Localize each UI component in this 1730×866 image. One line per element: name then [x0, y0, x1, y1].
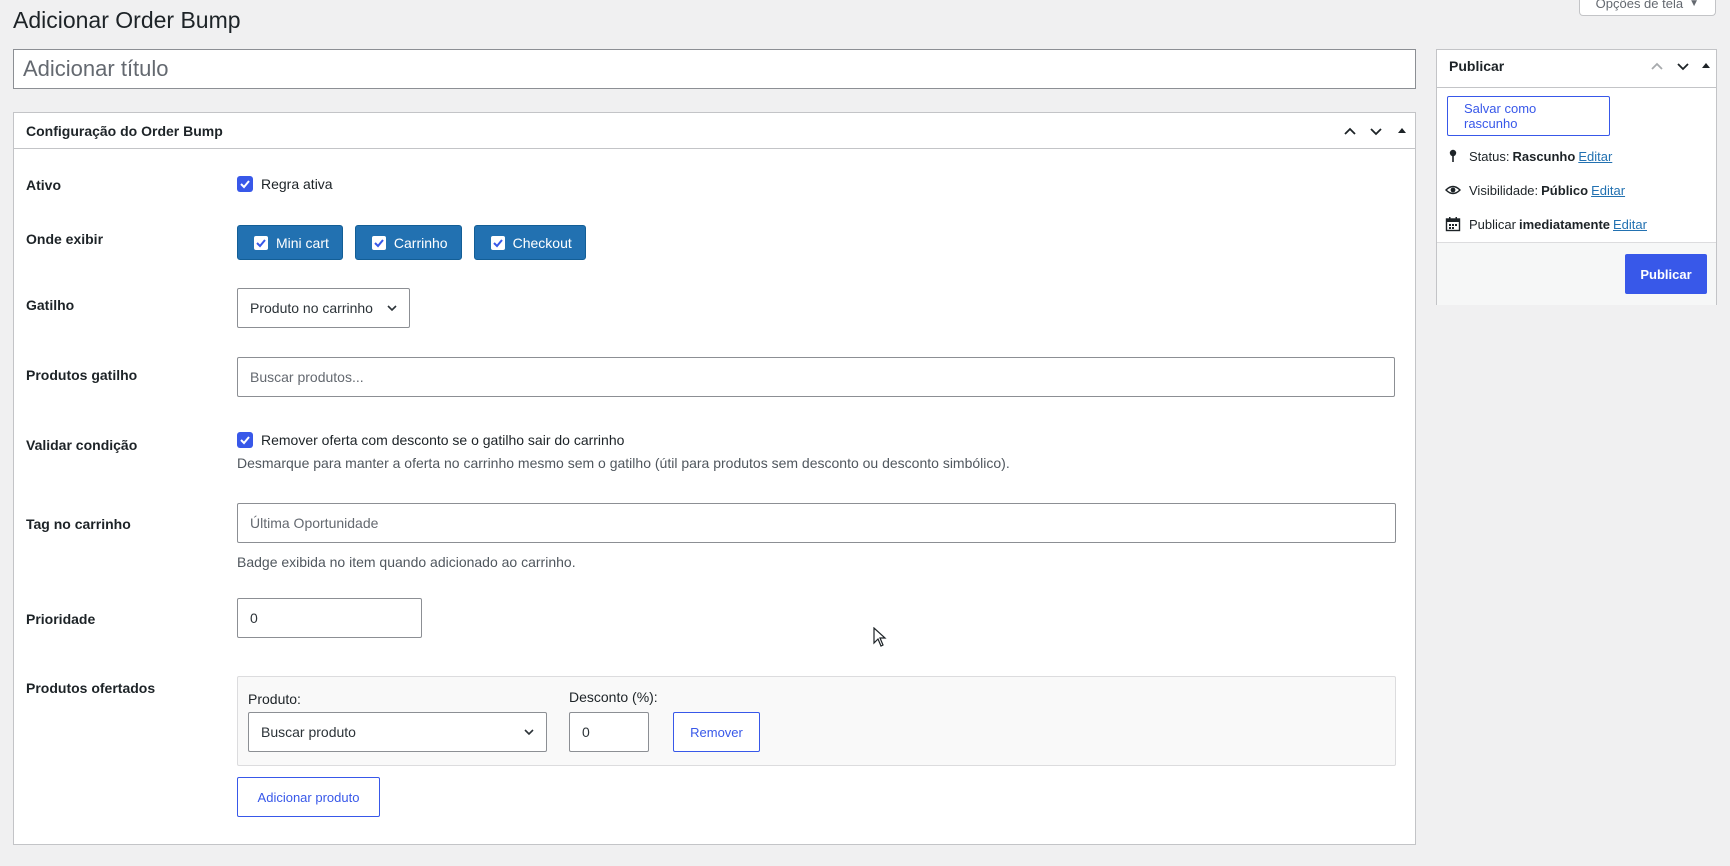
screen-options-label: Opções de tela — [1595, 0, 1684, 11]
remover-button[interactable]: Remover — [673, 712, 760, 752]
order-bump-config-box: Configuração do Order Bump Ativo Regra a… — [13, 112, 1416, 845]
remover-oferta-label: Remover oferta com desconto se o gatilho… — [261, 432, 625, 448]
produtos-gatilho-search-input[interactable]: Buscar produtos... — [237, 357, 1395, 397]
toggle-panel-icon[interactable] — [1696, 48, 1716, 84]
checkbox-checked-icon — [490, 235, 505, 250]
tag-carrinho-help: Badge exibida no item quando adicionado … — [237, 554, 576, 570]
edit-status-link[interactable]: Editar — [1578, 149, 1612, 164]
config-box-title: Configuração do Order Bump — [26, 122, 223, 139]
chevron-down-icon — [387, 305, 397, 312]
tag-carrinho-input[interactable]: Última Oportunidade — [237, 503, 1396, 543]
status-label: Status: — [1469, 148, 1510, 164]
desconto-input[interactable]: 0 — [569, 712, 649, 752]
desconto-value: 0 — [582, 724, 590, 740]
option-checkout[interactable]: Checkout — [473, 225, 586, 260]
move-down-icon[interactable] — [1670, 48, 1696, 84]
toggle-panel-icon[interactable] — [1389, 113, 1415, 149]
save-draft-button[interactable]: Salvar como rascunho — [1447, 96, 1610, 136]
publish-actions: Publicar — [1437, 242, 1716, 305]
publish-box-actions — [1644, 50, 1716, 81]
move-up-icon[interactable] — [1644, 48, 1670, 84]
produto-label: Produto: — [248, 691, 301, 707]
desconto-label: Desconto (%): — [569, 689, 658, 705]
validar-condicao-label: Validar condição — [26, 437, 138, 453]
prioridade-input[interactable]: 0 — [237, 598, 422, 638]
regra-ativa-label: Regra ativa — [261, 176, 333, 192]
caret-down-icon: ▼ — [1689, 0, 1699, 9]
config-box-actions — [1337, 113, 1415, 148]
move-up-icon[interactable] — [1337, 113, 1363, 149]
tag-carrinho-label: Tag no carrinho — [26, 516, 131, 532]
schedule-value: imediatamente — [1518, 216, 1611, 232]
visibility-value: Público — [1541, 182, 1589, 198]
option-checkout-label: Checkout — [512, 234, 572, 251]
gatilho-label: Gatilho — [26, 297, 75, 313]
produtos-gatilho-placeholder: Buscar produtos... — [250, 369, 364, 385]
adicionar-produto-button[interactable]: Adicionar produto — [237, 777, 380, 817]
screen-options-button[interactable]: Opções de tela ▼ — [1578, 0, 1716, 16]
config-box-header: Configuração do Order Bump — [14, 113, 1415, 149]
remover-oferta-checkbox[interactable]: Remover oferta com desconto se o gatilho… — [237, 432, 624, 448]
status-row: Status: Rascunho Editar — [1445, 148, 1612, 164]
onde-exibir-options: Mini cart Carrinho Checkout — [237, 225, 598, 260]
visibility-row: Visibilidade: Público Editar — [1445, 182, 1625, 198]
option-carrinho-label: Carrinho — [393, 234, 448, 251]
publish-button[interactable]: Publicar — [1625, 254, 1707, 294]
produto-select[interactable]: Buscar produto — [248, 712, 547, 752]
checkbox-checked-icon — [237, 432, 253, 448]
prioridade-value: 0 — [250, 610, 258, 626]
mouse-cursor-icon — [873, 627, 887, 647]
gatilho-select[interactable]: Produto no carrinho — [237, 288, 410, 328]
tag-carrinho-placeholder: Última Oportunidade — [250, 515, 379, 531]
option-mini-cart[interactable]: Mini cart — [237, 225, 343, 260]
schedule-label: Publicar — [1469, 216, 1516, 232]
move-down-icon[interactable] — [1363, 113, 1389, 149]
eye-icon — [1445, 185, 1461, 195]
chevron-down-icon — [524, 729, 534, 736]
edit-visibility-link[interactable]: Editar — [1591, 183, 1625, 198]
page-title: Adicionar Order Bump — [13, 7, 241, 33]
option-mini-cart-label: Mini cart — [276, 234, 329, 251]
produto-value: Buscar produto — [261, 724, 356, 740]
produtos-gatilho-label: Produtos gatilho — [26, 367, 138, 383]
ativo-label: Ativo — [26, 177, 61, 193]
calendar-icon — [1445, 217, 1461, 232]
option-carrinho[interactable]: Carrinho — [354, 225, 462, 260]
visibility-label: Visibilidade: — [1469, 182, 1539, 198]
publish-box: Publicar Salvar como rascunho Status: Ras… — [1436, 49, 1717, 305]
checkbox-checked-icon — [254, 235, 268, 250]
checkbox-checked-icon — [237, 176, 253, 192]
prioridade-label: Prioridade — [26, 611, 96, 627]
status-value: Rascunho — [1512, 148, 1576, 164]
edit-schedule-link[interactable]: Editar — [1613, 217, 1647, 232]
produtos-ofertados-label: Produtos ofertados — [26, 680, 156, 696]
post-title-placeholder: Adicionar título — [23, 56, 169, 81]
pin-icon — [1449, 149, 1457, 162]
offer-product-row: Produto: Buscar produto Desconto (%): 0 … — [237, 676, 1396, 766]
schedule-row: Publicar imediatamente Editar — [1445, 216, 1647, 232]
publish-box-header: Publicar — [1437, 50, 1716, 88]
validar-condicao-help: Desmarque para manter a oferta no carrin… — [237, 455, 1010, 471]
publish-box-title: Publicar — [1449, 57, 1505, 74]
gatilho-value: Produto no carrinho — [250, 300, 373, 316]
onde-exibir-label: Onde exibir — [26, 231, 104, 247]
regra-ativa-checkbox[interactable]: Regra ativa — [237, 176, 333, 192]
post-title-input[interactable]: Adicionar título — [13, 49, 1416, 89]
checkbox-checked-icon — [371, 235, 386, 250]
